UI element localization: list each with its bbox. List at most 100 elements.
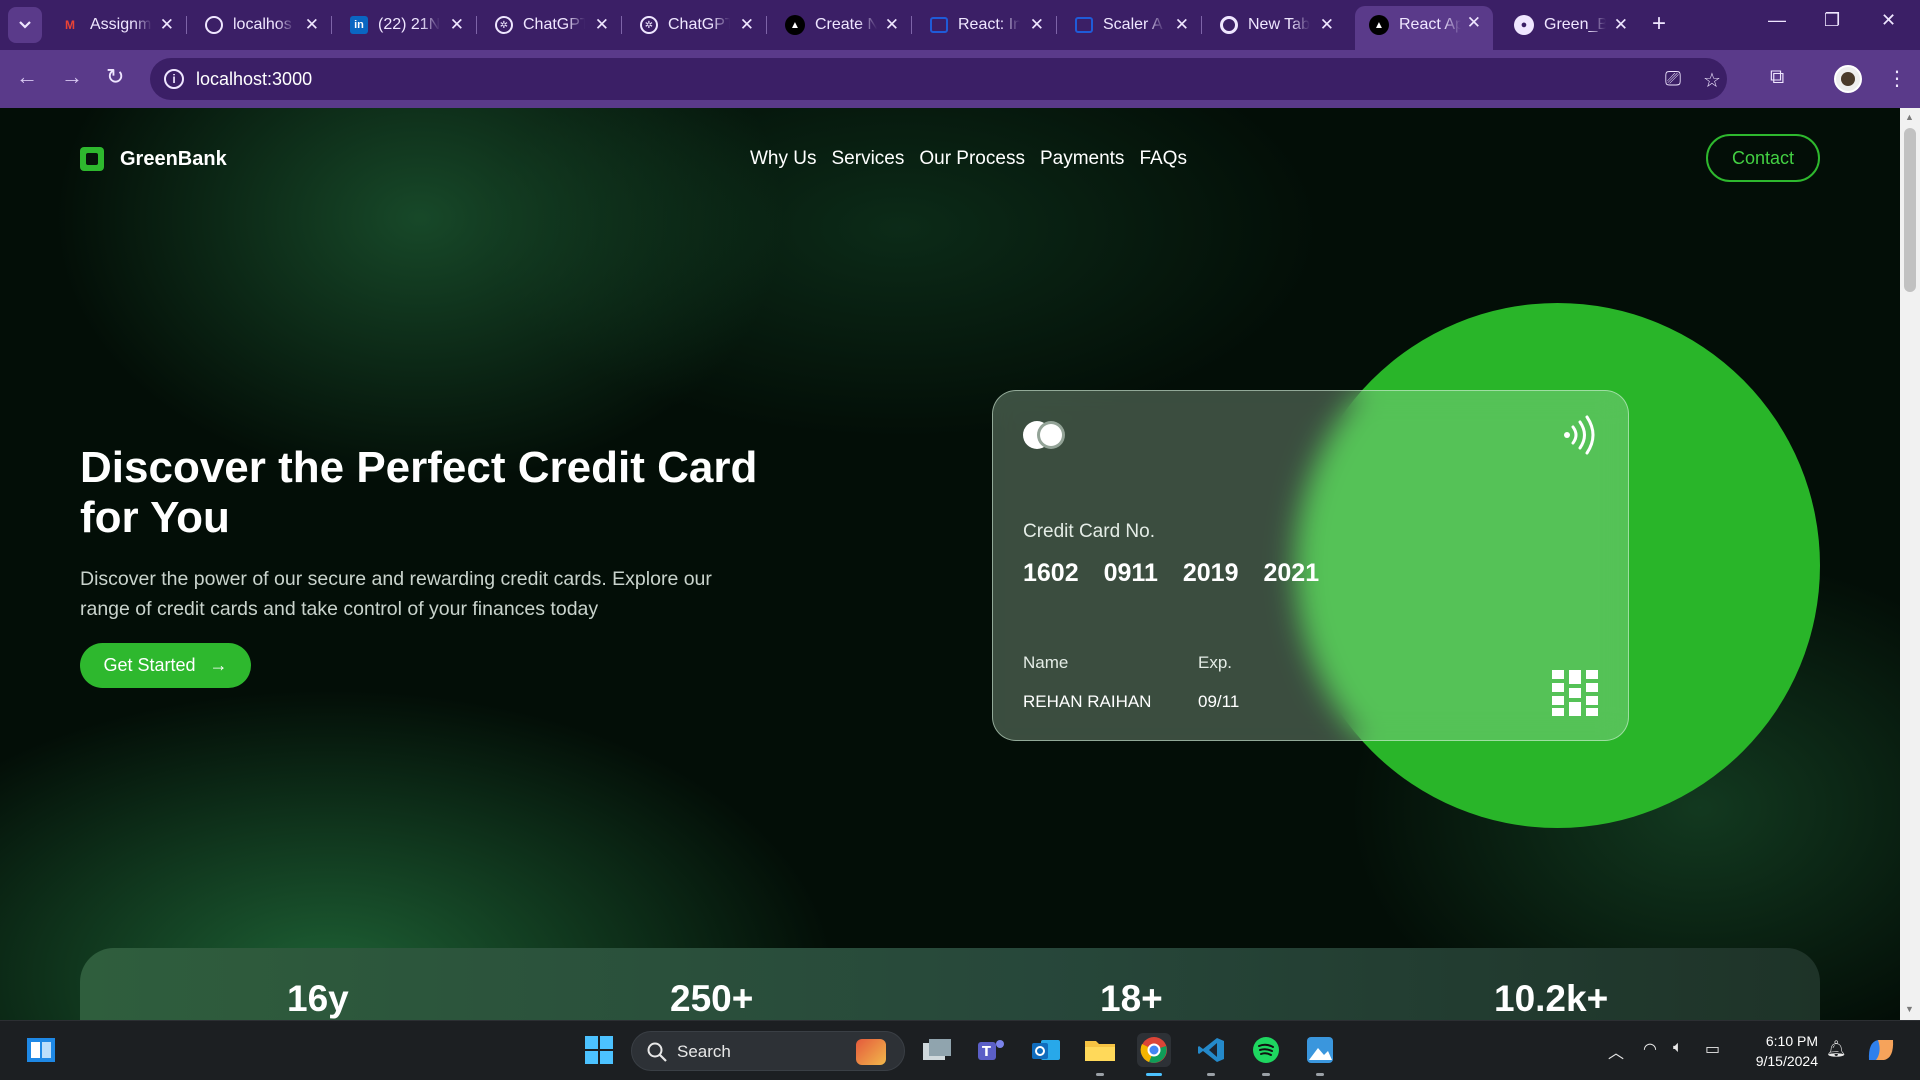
nav-link-why-us[interactable]: Why Us — [750, 148, 817, 170]
tab-title: Green_B — [1544, 16, 1606, 33]
restore-icon[interactable]: ❐ — [1824, 10, 1840, 31]
scaler-icon — [930, 17, 948, 33]
chevron-up-icon[interactable]: ︿ — [1608, 1039, 1624, 1063]
card-number-group: 2019 — [1182, 559, 1239, 587]
menu-icon[interactable]: ⋮ — [1887, 66, 1907, 91]
gmail-icon: M — [65, 18, 75, 32]
profile-avatar[interactable] — [1834, 65, 1862, 93]
tab-title: React Ap — [1399, 16, 1461, 33]
tab-gmail[interactable]: M Assignm ✕ — [46, 8, 187, 42]
system-clock[interactable]: 6:10 PM 9/15/2024 — [1740, 1031, 1818, 1071]
nav-link-payments[interactable]: Payments — [1040, 148, 1124, 170]
notification-bell-icon[interactable]: 🔔︎ — [1826, 1039, 1846, 1059]
arrow-right-icon: → — [209, 655, 228, 675]
tab-title: New Tab — [1248, 16, 1310, 33]
close-icon[interactable]: ✕ — [1030, 15, 1044, 35]
tab-react-app[interactable]: ▲ React Ap ✕ — [1355, 6, 1493, 50]
close-icon[interactable]: ✕ — [1467, 13, 1481, 33]
close-icon[interactable]: ✕ — [1320, 15, 1334, 35]
triangle-icon: ▲ — [785, 15, 805, 35]
brand-name: GreenBank — [120, 147, 227, 170]
minimize-icon[interactable]: — — [1768, 10, 1786, 31]
new-tab-button[interactable]: + — [1652, 12, 1666, 36]
tab-github[interactable]: ● Green_B ✕ — [1500, 8, 1640, 42]
close-icon[interactable]: ✕ — [305, 15, 319, 35]
tab-title: React: In — [958, 16, 1020, 33]
photos-icon[interactable] — [1303, 1033, 1337, 1076]
taskbar-search[interactable]: Search — [631, 1031, 905, 1071]
stat-value: 250+ — [670, 978, 754, 1019]
volume-icon[interactable]: 🔈︎ — [1673, 1039, 1683, 1057]
close-icon[interactable]: ✕ — [885, 15, 899, 35]
reload-icon[interactable]: ↻ — [106, 64, 124, 90]
tab-title: Scaler A — [1103, 16, 1163, 33]
close-icon[interactable]: ✕ — [450, 15, 464, 35]
windows-start-icon[interactable] — [582, 1033, 616, 1067]
chrome-taskbar-icon[interactable] — [1137, 1033, 1171, 1076]
card-number-group: 1602 — [1023, 559, 1079, 587]
tab-scaler[interactable]: Scaler A ✕ — [1061, 8, 1202, 42]
clock-date: 9/15/2024 — [1755, 1053, 1818, 1069]
tab-linkedin[interactable]: in (22) 21N ✕ — [336, 8, 477, 42]
nav-link-faqs[interactable]: FAQs — [1139, 148, 1187, 170]
battery-icon[interactable]: ▭ — [1705, 1039, 1720, 1059]
tab-chatgpt-1[interactable]: ✲ ChatGPT ✕ — [481, 8, 622, 42]
tab-react-intro[interactable]: React: In ✕ — [916, 8, 1057, 42]
file-explorer-icon[interactable] — [1083, 1033, 1117, 1076]
nav-link-our-process[interactable]: Our Process — [919, 148, 1025, 170]
widgets-icon[interactable] — [24, 1033, 58, 1067]
url-text[interactable]: localhost:3000 — [196, 69, 312, 90]
tab-new-tab[interactable]: New Tab ✕ — [1206, 8, 1346, 42]
contact-button[interactable]: Contact — [1706, 134, 1820, 182]
triangle-icon: ▲ — [1369, 15, 1389, 35]
get-started-label: Get Started — [103, 655, 196, 675]
outlook-icon[interactable] — [1029, 1033, 1063, 1067]
copilot-icon[interactable] — [1864, 1033, 1898, 1067]
hero-title: Discover the Perfect Credit Card for You — [80, 443, 758, 542]
close-icon[interactable]: ✕ — [595, 15, 609, 35]
address-bar[interactable]: i localhost:3000 ⎚ ☆ — [150, 58, 1727, 100]
page-scrollbar[interactable]: ▲ ▼ — [1900, 108, 1920, 1020]
main-nav: Why Us Services Our Process Payments FAQ… — [750, 148, 1187, 170]
windows-taskbar: Search T ︿ ◠ 🔈︎ ▭ 6:10 PM 9/15/2024 🔔︎ — [0, 1020, 1920, 1080]
teams-icon[interactable]: T — [974, 1033, 1008, 1067]
page-viewport: GreenBank Why Us Services Our Process Pa… — [0, 108, 1900, 1020]
install-app-icon[interactable]: ⎚ — [1665, 68, 1681, 91]
scroll-up-icon[interactable]: ▲ — [1905, 112, 1914, 122]
tab-title: localhos — [233, 16, 292, 33]
stat-value: 10.2k+ — [1494, 978, 1609, 1019]
task-view-icon[interactable] — [920, 1033, 954, 1067]
tab-title: ChatGPT — [668, 16, 730, 33]
back-icon[interactable]: ← — [16, 64, 38, 90]
chatgpt-icon: ✲ — [640, 16, 658, 34]
card-number-group: 2021 — [1263, 559, 1320, 587]
tab-title: (22) 21N — [378, 16, 440, 33]
brand-logo[interactable]: GreenBank — [80, 147, 227, 171]
vscode-icon[interactable] — [1194, 1033, 1228, 1076]
stat-value: 18+ — [1100, 978, 1163, 1019]
close-icon[interactable]: ✕ — [160, 15, 174, 35]
bookmark-star-icon[interactable]: ☆ — [1703, 68, 1721, 93]
card-number-label: Credit Card No. — [1023, 521, 1155, 542]
card-number: 1602 0911 2019 2021 — [1023, 559, 1319, 588]
wifi-icon[interactable]: ◠ — [1643, 1039, 1657, 1059]
close-icon[interactable]: ✕ — [1175, 15, 1189, 35]
nav-link-services[interactable]: Services — [832, 148, 905, 170]
window-close-icon[interactable]: ✕ — [1881, 10, 1896, 31]
get-started-button[interactable]: Get Started → — [80, 643, 251, 688]
close-icon[interactable]: ✕ — [1614, 15, 1628, 35]
tab-localhost[interactable]: localhos ✕ — [191, 8, 332, 42]
tab-chatgpt-2[interactable]: ✲ ChatGPT ✕ — [626, 8, 767, 42]
scroll-down-icon[interactable]: ▼ — [1905, 1004, 1914, 1014]
tab-search-button[interactable] — [8, 7, 42, 43]
forward-icon[interactable]: → — [61, 64, 83, 90]
spotify-icon[interactable] — [1249, 1033, 1283, 1076]
extensions-icon[interactable]: ⧉ — [1770, 66, 1784, 89]
contactless-icon — [1564, 415, 1595, 455]
card-brand-icon — [1023, 421, 1065, 449]
site-info-icon[interactable]: i — [164, 69, 184, 89]
scrollbar-thumb[interactable] — [1904, 128, 1916, 292]
tab-create-next[interactable]: ▲ Create N ✕ — [771, 8, 912, 42]
scaler-icon — [1075, 17, 1093, 33]
close-icon[interactable]: ✕ — [740, 15, 754, 35]
